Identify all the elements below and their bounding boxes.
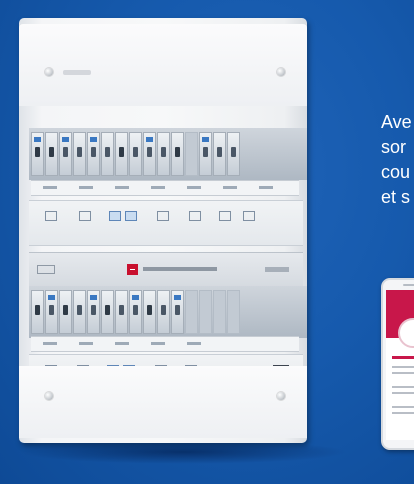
breaker-module bbox=[45, 290, 58, 334]
breaker-module bbox=[59, 290, 72, 334]
circuit-icon bbox=[109, 211, 121, 221]
breaker-rail-top bbox=[29, 128, 307, 180]
label-mark bbox=[151, 342, 165, 345]
panel-bottom-cover bbox=[19, 366, 307, 438]
promo-text: Ave sor cou et s bbox=[381, 110, 414, 210]
promo-line-2: sor bbox=[381, 137, 407, 157]
breaker-module bbox=[129, 132, 142, 176]
breaker-blank bbox=[227, 290, 240, 334]
label-mark bbox=[151, 186, 165, 189]
breaker-module bbox=[115, 132, 128, 176]
screw-icon bbox=[45, 68, 53, 76]
label-mark bbox=[187, 342, 201, 345]
panel-shadow bbox=[18, 440, 348, 464]
breaker-module bbox=[73, 132, 86, 176]
breaker-module bbox=[157, 290, 170, 334]
breaker-rail-bottom bbox=[29, 286, 307, 338]
phone-speaker bbox=[403, 284, 414, 286]
breaker-module bbox=[31, 290, 44, 334]
breaker-blank bbox=[185, 290, 198, 334]
app-text-line bbox=[392, 372, 414, 374]
breaker-module bbox=[31, 132, 44, 176]
breaker-module bbox=[45, 132, 58, 176]
brand-wordmark bbox=[143, 267, 217, 271]
circuit-icon bbox=[79, 211, 91, 221]
label-mark bbox=[79, 186, 93, 189]
panel-top-cover bbox=[19, 24, 307, 106]
panel-top-label bbox=[63, 70, 91, 75]
label-mark bbox=[115, 186, 129, 189]
breaker-module bbox=[101, 132, 114, 176]
label-strip-top bbox=[31, 180, 299, 196]
breaker-module bbox=[101, 290, 114, 334]
legrand-logo-icon bbox=[127, 264, 138, 275]
brand-band bbox=[29, 252, 303, 288]
circuit-icon bbox=[157, 211, 169, 221]
breaker-row-top bbox=[31, 132, 240, 176]
breaker-module bbox=[87, 132, 100, 176]
circuit-icon bbox=[219, 211, 231, 221]
app-text-line bbox=[392, 392, 414, 394]
app-text-line bbox=[392, 412, 414, 414]
promo-line-4: et s bbox=[381, 187, 411, 207]
model-marking bbox=[265, 267, 289, 272]
breaker-module bbox=[227, 132, 240, 176]
label-mark bbox=[223, 186, 237, 189]
label-mark bbox=[187, 186, 201, 189]
label-mark bbox=[115, 342, 129, 345]
app-text-line bbox=[392, 406, 414, 408]
breaker-blank bbox=[199, 290, 212, 334]
breaker-module bbox=[59, 132, 72, 176]
breaker-module bbox=[129, 290, 142, 334]
breaker-module bbox=[115, 290, 128, 334]
promo-line-1: Ave bbox=[381, 112, 412, 132]
circuit-icon bbox=[45, 211, 57, 221]
app-text-line bbox=[392, 386, 414, 388]
label-mark bbox=[79, 342, 93, 345]
breaker-module bbox=[157, 132, 170, 176]
label-mark bbox=[259, 186, 273, 189]
breaker-blank bbox=[213, 290, 226, 334]
promo-line-3: cou bbox=[381, 162, 411, 182]
panel-marking bbox=[37, 265, 55, 274]
label-strip-bottom bbox=[31, 336, 299, 352]
label-mark bbox=[43, 186, 57, 189]
breaker-module bbox=[143, 132, 156, 176]
circuit-icon bbox=[189, 211, 201, 221]
circuit-legend-band-top bbox=[29, 200, 303, 246]
screw-icon bbox=[277, 392, 285, 400]
label-mark bbox=[43, 342, 57, 345]
breaker-row-bottom bbox=[31, 290, 240, 334]
breaker-module bbox=[171, 290, 184, 334]
breaker-module bbox=[199, 132, 212, 176]
breaker-module bbox=[213, 132, 226, 176]
screw-icon bbox=[277, 68, 285, 76]
breaker-module bbox=[73, 290, 86, 334]
breaker-module bbox=[171, 132, 184, 176]
circuit-icon bbox=[243, 211, 255, 221]
phone-screen bbox=[386, 290, 414, 440]
smartphone-image bbox=[381, 278, 414, 450]
app-title-bar bbox=[392, 356, 414, 359]
app-text-line bbox=[392, 366, 414, 368]
breaker-blank bbox=[185, 132, 198, 176]
electrical-panel-image bbox=[19, 18, 307, 443]
circuit-icon bbox=[125, 211, 137, 221]
advert-banner: Ave sor cou et s bbox=[0, 0, 414, 484]
breaker-module bbox=[143, 290, 156, 334]
breaker-module bbox=[87, 290, 100, 334]
screw-icon bbox=[45, 392, 53, 400]
